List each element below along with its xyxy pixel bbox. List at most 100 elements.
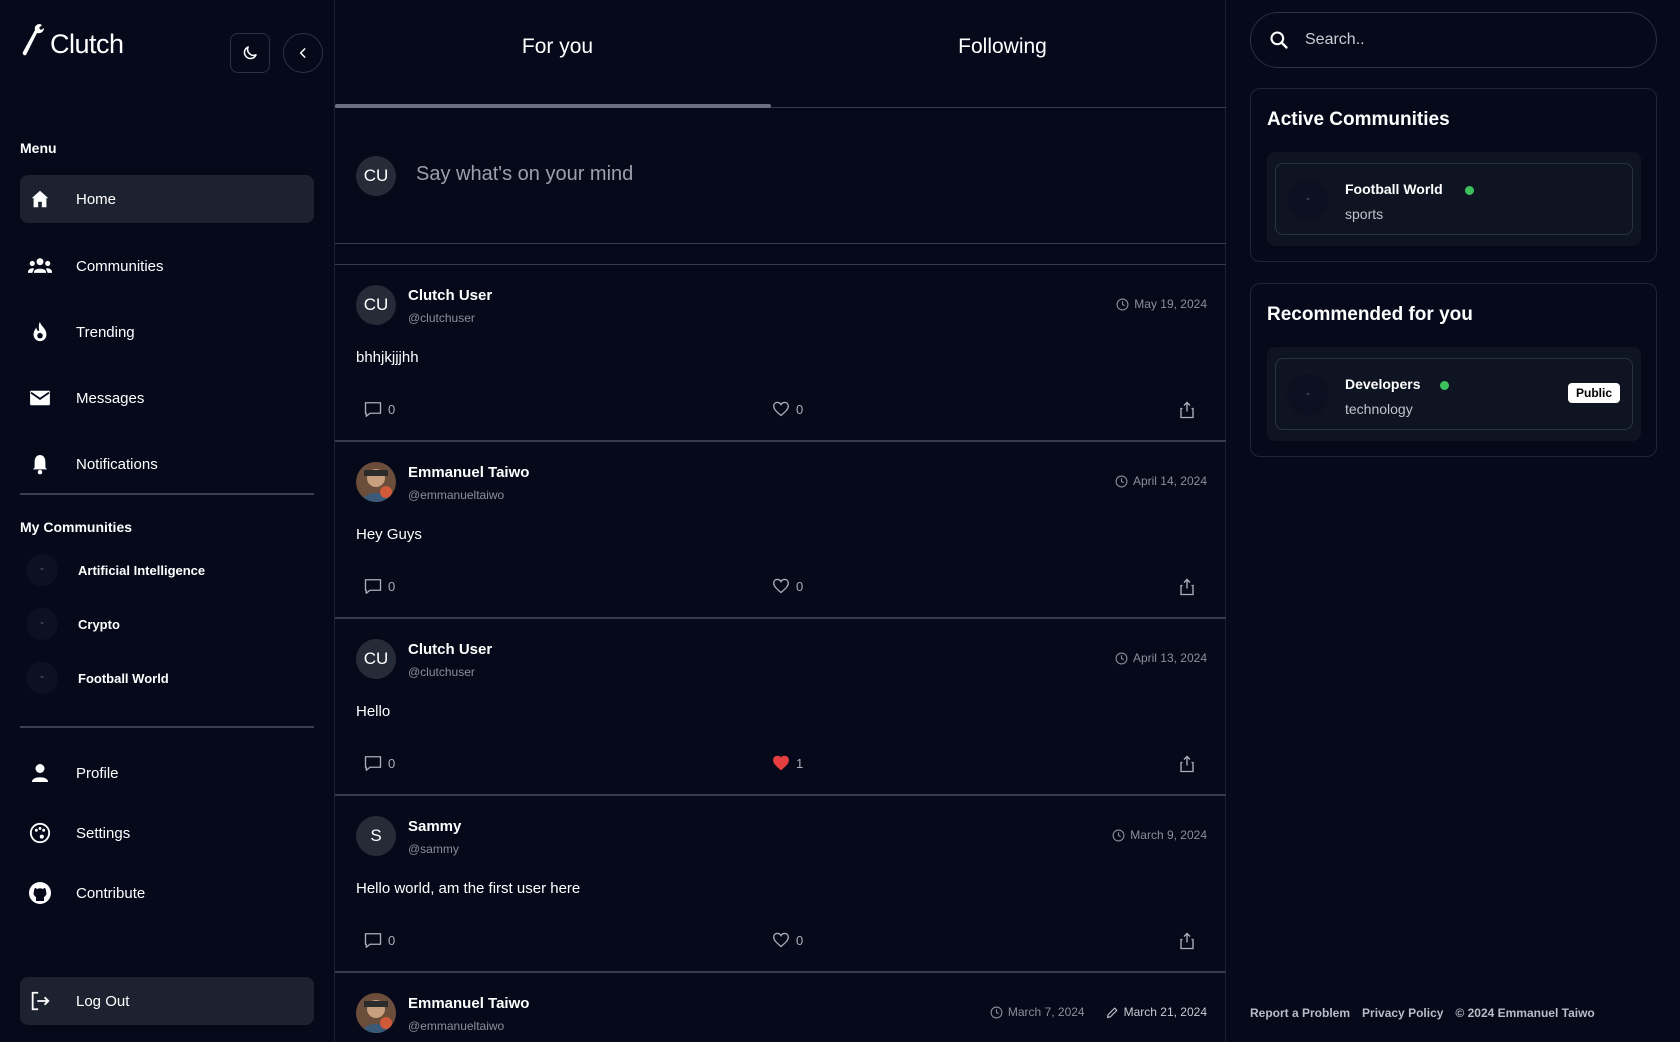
panel-title: Active Communities [1267,109,1450,130]
logout-label: Log Out [76,992,130,1010]
sidebar-item-communities[interactable]: Communities [20,242,314,290]
my-communities-label: My Communities [20,519,133,535]
pencil-icon [1106,1006,1118,1018]
github-icon [28,881,52,905]
comment-count: 0 [388,579,396,594]
avatar[interactable]: CU [356,285,396,325]
comment-button[interactable]: 0 [364,932,395,949]
wrench-logo-icon [22,24,44,56]
search-input[interactable]: Search.. [1305,31,1365,49]
community-item-football-world[interactable]: ~ Football World [26,662,169,694]
visibility-badge: Public [1567,383,1620,403]
online-status-dot [1440,381,1449,390]
sidebar-item-notifications[interactable]: Notifications [20,440,314,488]
report-problem-link[interactable]: Report a Problem [1250,1006,1350,1020]
online-status-dot [1465,186,1474,195]
community-item-artificial-intelligence[interactable]: ~ Artificial Intelligence [26,554,205,586]
post-item[interactable]: CU Clutch User @clutchuser May 19, 2024 … [335,265,1226,442]
like-button[interactable]: 1 [772,755,803,771]
share-button[interactable] [1179,932,1195,950]
post-author-name[interactable]: Clutch User [408,641,492,658]
post-item[interactable]: S Sammy @sammy March 9, 2024 Hello world… [335,796,1226,973]
post-author-name[interactable]: Sammy [408,818,461,835]
sidebar-item-messages[interactable]: Messages [20,374,314,422]
post-author-handle: @clutchuser [408,311,475,325]
post-author-name[interactable]: Clutch User [408,287,492,304]
comment-icon [364,579,382,594]
post-edited: March 21, 2024 [1106,1005,1207,1019]
like-button[interactable]: 0 [772,578,803,594]
app-root: Clutch Menu Home Communities Trending Me… [0,0,1680,1042]
sidebar-item-contribute[interactable]: Contribute [20,869,314,917]
sidebar-item-label: Communities [76,257,164,275]
post-date-text: May 19, 2024 [1134,297,1207,311]
community-label: Artificial Intelligence [78,562,206,578]
community-card-developers[interactable]: ~ Developers technology Public [1275,358,1633,430]
community-name: Developers [1345,376,1421,392]
tab-following[interactable]: Following [780,0,1225,108]
share-button[interactable] [1179,755,1195,773]
sidebar-item-label: Home [76,190,117,208]
panel-inner: ~ Developers technology Public [1267,347,1641,441]
community-card-football-world[interactable]: ~ Football World sports [1275,163,1633,235]
comment-button[interactable]: 0 [364,401,395,418]
post-date-text: March 7, 2024 [1007,1005,1085,1019]
avatar: CU [356,156,396,196]
collapse-sidebar-button[interactable] [283,33,323,73]
sidebar-item-label: Settings [76,824,131,842]
post-author-handle: @emmanueltaiwo [408,488,505,502]
panel-title: Recommended for you [1267,304,1473,325]
sidebar-item-profile[interactable]: Profile [20,749,314,797]
avatar[interactable]: CU [356,639,396,679]
share-button[interactable] [1179,401,1195,419]
theme-toggle-button[interactable] [230,33,270,73]
share-icon [1180,578,1194,596]
post-date: March 9, 2024 [1112,828,1207,842]
post-body: Hello [356,703,391,720]
composer-input[interactable]: Say what's on your mind [416,163,633,186]
sidebar: Clutch Menu Home Communities Trending Me… [0,0,335,1042]
post-composer[interactable]: CU Say what's on your mind [335,108,1226,244]
post-date-text: April 14, 2024 [1132,474,1207,488]
sidebar-divider [20,726,314,728]
clock-icon [1115,475,1128,487]
post-author-name[interactable]: Emmanuel Taiwo [408,995,529,1012]
post-author-handle: @emmanueltaiwo [408,1019,505,1033]
share-button[interactable] [1179,578,1195,596]
copyright-text: © 2024 Emmanuel Taiwo [1455,1006,1595,1020]
post-actions: 0 0 [335,578,1226,598]
community-avatar: ~ [1287,179,1329,221]
post-author-name[interactable]: Emmanuel Taiwo [408,464,529,481]
like-count: 0 [796,401,804,417]
bell-icon [28,452,52,476]
person-icon [28,761,52,785]
avatar[interactable] [356,993,396,1033]
post-item[interactable]: Emmanuel Taiwo @emmanueltaiwo April 14, … [335,442,1226,619]
mail-icon [28,386,52,410]
comment-button[interactable]: 0 [364,578,395,595]
comment-button[interactable]: 0 [364,755,395,772]
tab-for-you[interactable]: For you [335,0,780,108]
like-button[interactable]: 0 [772,401,803,417]
sidebar-item-trending[interactable]: Trending [20,308,314,356]
logout-button[interactable]: Log Out [20,977,314,1025]
avatar[interactable]: S [356,816,396,856]
post-item[interactable]: CU Clutch User @clutchuser April 13, 202… [335,619,1226,796]
search-icon [1270,31,1288,49]
post-item[interactable]: Emmanuel Taiwo @emmanueltaiwo March 7, 2… [335,973,1226,1042]
privacy-policy-link[interactable]: Privacy Policy [1362,1006,1443,1020]
community-item-crypto[interactable]: ~ Crypto [26,608,120,640]
sidebar-item-label: Profile [76,764,119,782]
avatar[interactable] [356,462,396,502]
like-button[interactable]: 0 [772,932,803,948]
sidebar-item-home[interactable]: Home [20,175,314,223]
post-date: March 7, 2024 March 21, 2024 [990,1005,1207,1019]
sidebar-item-settings[interactable]: Settings [20,809,314,857]
logo[interactable]: Clutch [20,22,124,60]
post-author-handle: @clutchuser [408,665,475,679]
post-body: Hello world, am the first user here [356,880,581,897]
sidebar-item-label: Trending [76,323,135,341]
sidebar-divider [20,493,314,495]
search-bar[interactable]: Search.. [1250,12,1657,68]
profile-photo [356,462,396,502]
